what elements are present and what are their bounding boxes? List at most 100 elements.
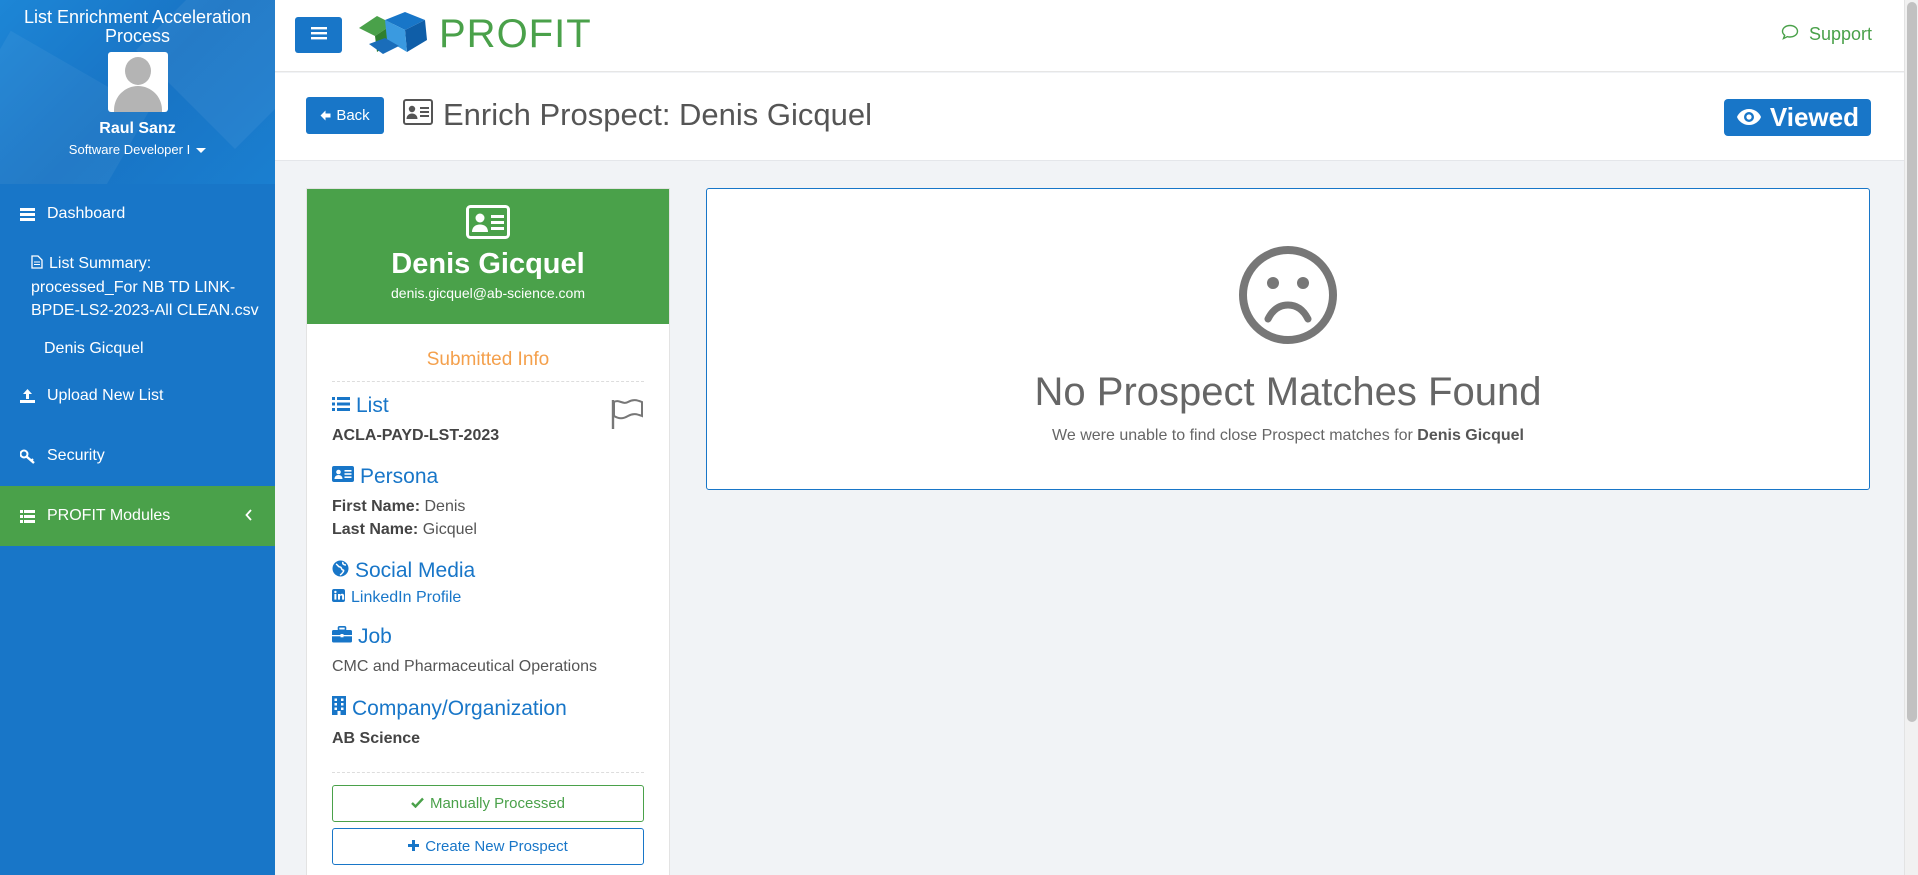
sidebar-item-list-summary[interactable]: List Summary: processed_For NB TD LINK-B… [0, 244, 275, 332]
list-section: List ACLA-PAYD-LST-2023 [332, 394, 644, 447]
building-icon [332, 696, 352, 721]
sidebar-item-label: Denis Gicquel [44, 340, 144, 357]
logo-text: PROFIT [439, 11, 592, 56]
prospect-card-header: Denis Gicquel denis.gicquel@ab-science.c… [307, 189, 669, 324]
scrollbar-thumb[interactable] [1907, 2, 1917, 722]
no-match-message: We were unable to find close Prospect ma… [707, 427, 1869, 445]
manually-processed-button[interactable]: Manually Processed [332, 785, 644, 822]
linkedin-icon [332, 589, 351, 607]
no-match-title: No Prospect Matches Found [1034, 370, 1542, 414]
job-section-title: Job [332, 625, 644, 649]
scrollbar[interactable] [1904, 0, 1918, 875]
persona-section: Persona First Name: Denis Last Name: Gic… [332, 465, 644, 541]
list-value: ACLA-PAYD-LST-2023 [332, 424, 644, 447]
social-title: Social Media [355, 559, 476, 582]
eye-icon [1736, 102, 1770, 133]
file-icon [31, 253, 43, 276]
sidebar-item-label: List Summary: processed_For NB TD LINK-B… [31, 255, 259, 319]
sidebar-header: List Enrichment Acceleration Process Rau… [0, 0, 275, 184]
sidebar-item-prospect[interactable]: Denis Gicquel [0, 332, 275, 366]
submitted-info-heading: Submitted Info [332, 324, 644, 382]
profit-logo[interactable]: PROFIT [355, 6, 592, 62]
sidebar-item-dashboard[interactable]: Dashboard [0, 184, 275, 244]
chat-icon [1781, 24, 1809, 45]
support-link[interactable]: Support [1781, 24, 1872, 45]
prospect-name: Denis Gicquel [391, 248, 585, 280]
social-section: Social Media LinkedIn Profile [332, 559, 644, 607]
job-title: Job [358, 625, 392, 648]
chevron-left-icon [245, 508, 253, 524]
sidebar: List Enrichment Acceleration Process Rau… [0, 0, 275, 875]
job-value: CMC and Pharmaceutical Operations [332, 658, 598, 675]
list-section-title: List [332, 394, 644, 418]
id-card-icon [332, 465, 360, 489]
plus-icon [408, 838, 420, 855]
menu-toggle-button[interactable] [295, 17, 342, 53]
prospect-email: denis.gicquel@ab-science.com [391, 285, 585, 301]
page-header: Back Enrich Prospect: Denis Gicquel View… [275, 73, 1904, 161]
arrow-left-icon [320, 108, 331, 124]
first-name-label: First Name: [332, 498, 421, 515]
briefcase-icon [332, 625, 358, 649]
linkedin-profile-link[interactable]: LinkedIn Profile [332, 589, 644, 607]
company-value: AB Science [332, 727, 644, 750]
sidebar-item-profit-modules[interactable]: PROFIT Modules [0, 486, 275, 546]
avatar[interactable] [107, 52, 168, 112]
flag-icon[interactable] [610, 398, 644, 435]
company-section: Company/Organization AB Science [332, 696, 644, 750]
user-role: Software Developer I [68, 142, 191, 157]
last-name-value: Gicquel [422, 521, 477, 538]
divider [332, 772, 644, 773]
sidebar-item-upload[interactable]: Upload New List [0, 366, 275, 426]
no-match-message-prefix: We were unable to find close Prospect ma… [1052, 427, 1413, 444]
no-match-message-name: Denis Gicquel [1417, 427, 1524, 444]
list-icon [19, 509, 35, 523]
list-icon [332, 394, 356, 418]
company-section-title: Company/Organization [332, 696, 644, 721]
linkedin-label: LinkedIn Profile [351, 589, 462, 606]
upload-icon [19, 389, 35, 403]
prospect-card: Denis Gicquel denis.gicquel@ab-science.c… [306, 188, 670, 875]
user-name: Raul Sanz [99, 120, 176, 137]
create-new-prospect-button[interactable]: Create New Prospect [332, 828, 644, 865]
key-icon [19, 449, 35, 464]
sidebar-item-label: PROFIT Modules [47, 507, 171, 524]
contact-card-icon [466, 205, 510, 243]
profit-logo-icon [359, 12, 427, 54]
sidebar-item-label: Security [47, 447, 105, 464]
contact-card-icon [403, 97, 443, 133]
globe-icon [332, 559, 355, 583]
company-value-text: AB Science [332, 730, 421, 747]
sidebar-nav: Dashboard List Summary: processed_For NB… [0, 184, 275, 546]
no-match-panel: No Prospect Matches Found We were unable… [706, 188, 1870, 490]
page-title: Enrich Prospect: Denis Gicquel [443, 97, 873, 132]
social-section-title: Social Media [332, 559, 644, 583]
persona-section-title: Persona [332, 465, 644, 489]
caret-down-icon [196, 148, 207, 154]
persona-values: First Name: Denis Last Name: Gicquel [332, 495, 644, 541]
back-button[interactable]: Back [306, 97, 384, 134]
check-icon [411, 795, 424, 812]
hamburger-icon [310, 26, 327, 45]
first-name-row: First Name: Denis [332, 495, 644, 518]
list-title: List [356, 394, 389, 417]
topbar: PROFIT Support [275, 0, 1904, 72]
list-value-text: ACLA-PAYD-LST-2023 [332, 427, 500, 444]
manually-processed-label: Manually Processed [429, 795, 566, 812]
job-section: Job CMC and Pharmaceutical Operations [332, 625, 644, 678]
persona-title: Persona [360, 465, 439, 488]
user-role-dropdown[interactable]: Software Developer I [0, 142, 275, 157]
support-label: Support [1808, 24, 1872, 44]
sidebar-item-security[interactable]: Security [0, 426, 275, 486]
last-name-label: Last Name: [332, 521, 419, 538]
prospect-card-body: Submitted Info List ACLA-PAYD-LST-2023 P… [307, 324, 669, 865]
company-title: Company/Organization [352, 696, 567, 720]
sidebar-item-label: Upload New List [47, 387, 164, 404]
sidebar-item-label: Dashboard [47, 205, 126, 222]
app-title: List Enrichment Acceleration Process [23, 7, 252, 46]
last-name-row: Last Name: Gicquel [332, 518, 644, 541]
status-badge: Viewed [1723, 99, 1871, 136]
dashboard-icon [19, 207, 35, 221]
first-name-value: Denis [424, 498, 466, 515]
sad-face-icon [707, 245, 1869, 350]
